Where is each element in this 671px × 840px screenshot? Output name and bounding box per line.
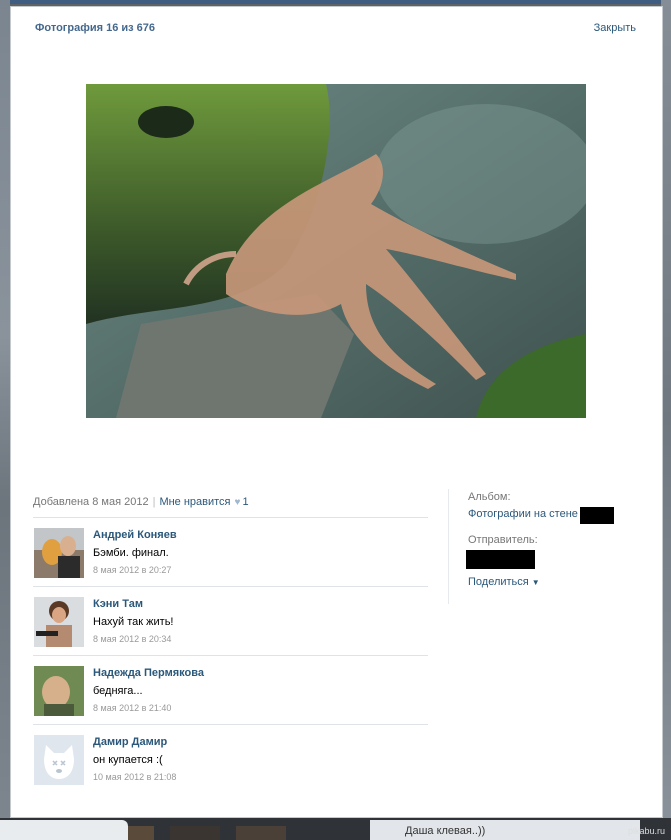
photo-meta: Добавлена 8 мая 2012 | Мне нравится ♥ 1 [33, 496, 249, 508]
avatar-image [34, 528, 84, 578]
photo-image[interactable] [86, 84, 586, 418]
column-divider [448, 489, 449, 604]
comment-date[interactable]: 8 мая 2012 в 21:40 [93, 703, 171, 713]
background-topbar [0, 0, 671, 4]
share-label: Поделиться [468, 576, 529, 588]
background-left-strip [0, 0, 10, 840]
comment-author[interactable]: Кэни Там [93, 598, 143, 610]
album-label: Альбом: [468, 491, 511, 503]
comment-item: Кэни Там Нахуй так жить! 8 мая 2012 в 20… [33, 586, 428, 655]
comment-item: Андрей Коняев Бэмби. финал. 8 мая 2012 в… [33, 517, 428, 586]
album-link[interactable]: Фотографии на стене [468, 508, 578, 520]
avatar[interactable] [34, 735, 84, 785]
comments-list: Андрей Коняев Бэмби. финал. 8 мая 2012 в… [33, 517, 428, 793]
avatar-image [34, 666, 84, 716]
background-thumbnail [128, 826, 154, 840]
comment-date[interactable]: 8 мая 2012 в 20:27 [93, 565, 171, 575]
comment-item: Надежда Пермякова бедняга... 8 мая 2012 … [33, 655, 428, 724]
heart-icon[interactable]: ♥ [235, 497, 241, 508]
chevron-down-icon: ▼ [531, 578, 540, 587]
comment-text: Нахуй так жить! [93, 616, 174, 628]
avatar[interactable] [34, 528, 84, 578]
comment-author[interactable]: Надежда Пермякова [93, 667, 204, 679]
avatar[interactable] [34, 666, 84, 716]
sender-label: Отправитель: [468, 534, 538, 546]
photo-counter-title: Фотография 16 из 676 [35, 22, 156, 34]
comment-text: бедняга... [93, 685, 143, 697]
separator: | [152, 496, 156, 508]
redacted-block [580, 507, 614, 524]
comment-date[interactable]: 8 мая 2012 в 20:34 [93, 634, 171, 644]
comment-author[interactable]: Дамир Дамир [93, 736, 167, 748]
added-date: Добавлена 8 мая 2012 [33, 496, 149, 508]
photo-viewer-modal: Фотография 16 из 676 Закрыть Добавлена 8… [10, 6, 663, 818]
avatar[interactable] [34, 597, 84, 647]
photo-drawing [86, 84, 586, 418]
share-button[interactable]: Поделиться ▼ [468, 576, 540, 588]
comment-item: Дамир Дамир он купается :( 10 мая 2012 в… [33, 724, 428, 793]
close-button[interactable]: Закрыть [594, 22, 636, 34]
avatar-image [34, 597, 84, 647]
like-button[interactable]: Мне нравится [159, 496, 230, 508]
watermark: pikabu.ru [627, 826, 665, 836]
background-thumbnail [236, 826, 286, 840]
background-bottom-panel [0, 820, 128, 840]
redacted-block [466, 550, 535, 569]
comment-text: он купается :( [93, 754, 163, 766]
background-chat-text: Даша клевая..)) [405, 825, 486, 837]
default-avatar-dog-icon [34, 735, 84, 785]
comment-author[interactable]: Андрей Коняев [93, 529, 177, 541]
background-thumbnail [170, 826, 220, 840]
comment-text: Бэмби. финал. [93, 547, 169, 559]
likes-count[interactable]: 1 [242, 496, 248, 508]
comment-date[interactable]: 10 мая 2012 в 21:08 [93, 772, 176, 782]
